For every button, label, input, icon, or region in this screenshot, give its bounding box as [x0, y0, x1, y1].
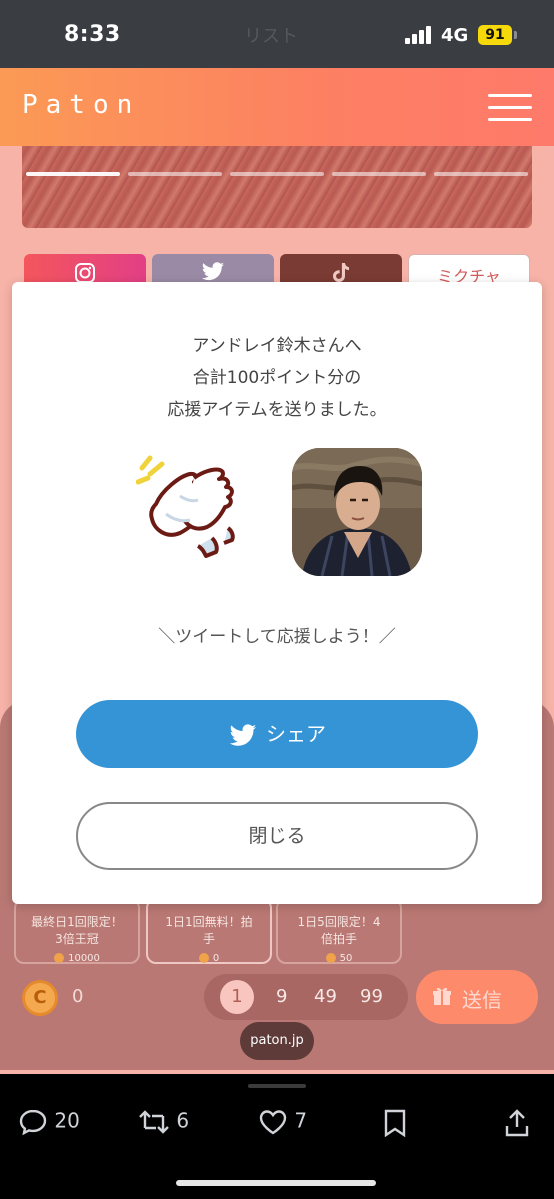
point-option-49[interactable]: 49	[314, 986, 337, 1007]
battery-tip	[514, 31, 517, 39]
item-title-2: 3倍王冠	[55, 932, 99, 946]
share-button[interactable]: シェア	[76, 700, 478, 768]
point-option-99[interactable]: 99	[360, 986, 383, 1007]
support-sent-dialog: アンドレイ鈴木さんへ 合計100ポイント分の 応援アイテムを送りました。 ＼ツイ…	[12, 282, 542, 904]
status-bar: 8:33 リスト 4G 91	[0, 0, 554, 68]
point-option-1[interactable]: 1	[220, 980, 254, 1014]
hero-image[interactable]	[22, 146, 532, 228]
reply-icon	[19, 1109, 47, 1136]
hero-progress-segment	[26, 172, 120, 176]
item-card-crown[interactable]: 最終日1回限定！ 3倍王冠 10000	[14, 898, 140, 964]
signal-icon	[405, 26, 433, 44]
app-header: Paton	[0, 68, 554, 146]
retweet-button[interactable]: 6	[138, 1108, 189, 1136]
url-pill[interactable]: paton.jp	[240, 1022, 314, 1060]
hero-progress-segment	[434, 172, 528, 176]
item-title: 1日1回無料！拍	[165, 915, 253, 929]
send-label: 送信	[462, 988, 502, 1012]
retweet-count: 6	[176, 1108, 190, 1133]
hero-progress-segment	[128, 172, 222, 176]
share-out-button[interactable]	[504, 1108, 530, 1138]
item-cost: 50	[278, 950, 400, 967]
coin-icon	[325, 953, 336, 963]
twitter-icon	[229, 723, 257, 746]
clapping-hands-icon	[136, 455, 235, 558]
point-selector: 1 9 49 99	[204, 974, 408, 1020]
bookmark-button[interactable]	[382, 1108, 408, 1138]
close-button[interactable]: 閉じる	[76, 802, 478, 870]
sheet-handle	[248, 1084, 306, 1088]
retweet-icon	[139, 1110, 169, 1134]
instagram-icon	[75, 263, 95, 283]
like-button[interactable]: 7	[258, 1108, 307, 1136]
item-cost: 10000	[16, 950, 138, 967]
status-time: 8:33	[64, 22, 121, 47]
bookmark-icon	[384, 1109, 406, 1138]
coin-icon: C	[22, 980, 58, 1016]
battery-icon: 91	[478, 25, 512, 45]
hero-progress-segment	[230, 172, 324, 176]
share-icon	[505, 1109, 529, 1137]
coin-balance: 0	[72, 986, 84, 1007]
like-count: 7	[294, 1108, 308, 1133]
item-cost: 0	[148, 950, 270, 967]
coin-icon	[54, 953, 65, 963]
twitter-icon	[202, 262, 224, 281]
item-card-free-clap[interactable]: 1日1回無料！拍 手 0	[146, 898, 272, 964]
dialog-message-line: アンドレイ鈴木さんへ	[192, 336, 362, 356]
status-ghost-text: リスト	[244, 26, 298, 47]
item-title: 1日5回限定！4	[297, 915, 381, 929]
item-title-2: 手	[202, 932, 215, 946]
tweet-action-bar: 20 6 7	[0, 1074, 554, 1199]
hamburger-icon[interactable]	[488, 94, 532, 122]
tweet-cta: ＼ツイートして応援しよう！／	[158, 627, 396, 647]
dialog-message: アンドレイ鈴木さんへ 合計100ポイント分の 応援アイテムを送りました。	[12, 330, 542, 426]
dialog-message-line: 応援アイテムを送りました。	[167, 400, 387, 420]
item-card-4x-clap[interactable]: 1日5回限定！4 倍拍手 50	[276, 898, 402, 964]
point-option-9[interactable]: 9	[276, 986, 287, 1007]
dialog-message-line: 合計100ポイント分の	[192, 368, 362, 388]
coin-icon	[198, 953, 209, 963]
reply-button[interactable]: 20	[18, 1108, 80, 1136]
item-title-2: 倍拍手	[320, 932, 357, 946]
heart-icon	[259, 1110, 287, 1135]
creator-photo	[292, 448, 422, 576]
send-button[interactable]: 送信	[416, 970, 538, 1024]
paton-logo[interactable]: Paton	[22, 90, 140, 120]
home-indicator	[176, 1180, 376, 1186]
creator-avatar	[292, 448, 422, 576]
reply-count: 20	[54, 1108, 80, 1133]
item-title: 最終日1回限定！	[31, 915, 123, 929]
hero-progress-segment	[332, 172, 426, 176]
gift-icon	[433, 987, 451, 1005]
share-label: シェア	[266, 722, 326, 746]
network-label: 4G	[441, 25, 469, 46]
hero-progress	[26, 172, 528, 176]
tiktok-icon	[333, 263, 349, 282]
